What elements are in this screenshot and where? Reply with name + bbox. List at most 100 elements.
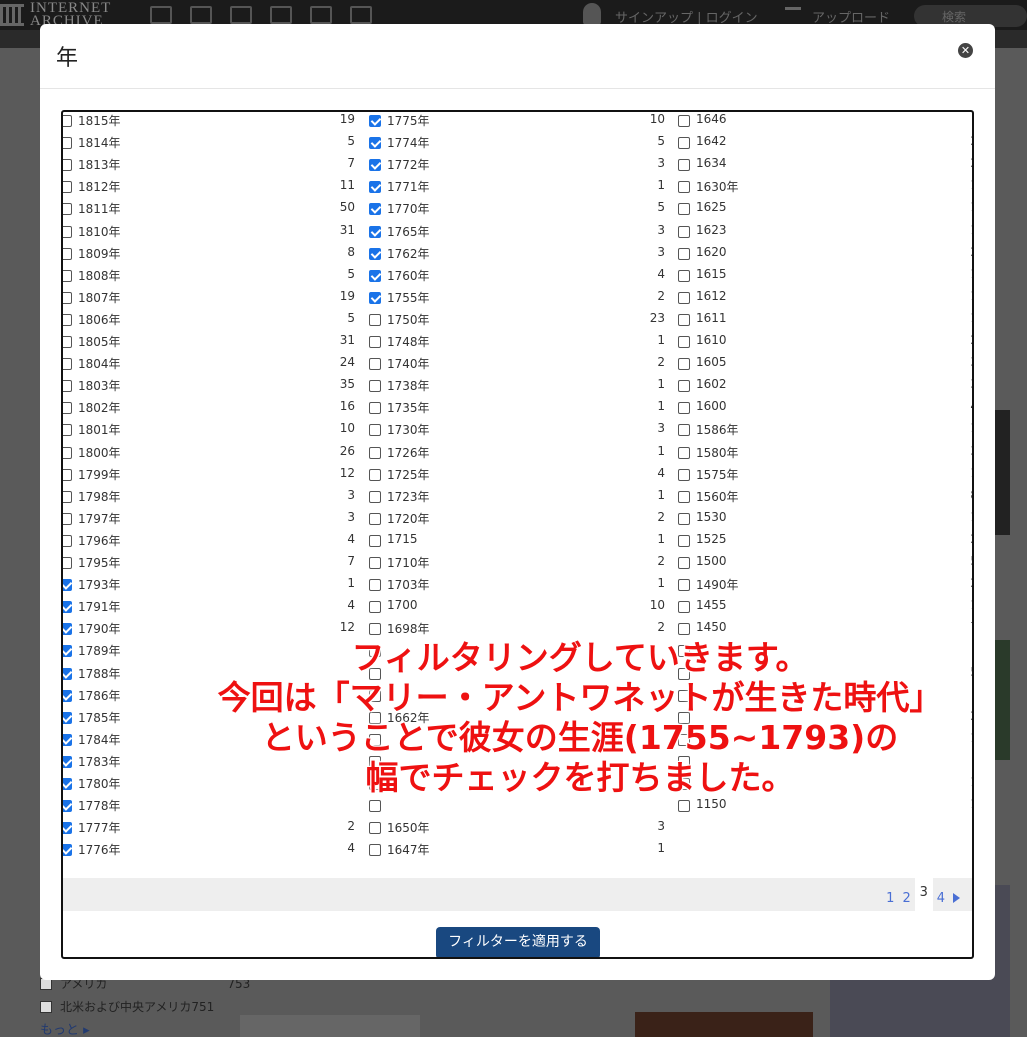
facet-checkbox[interactable] (63, 248, 72, 260)
upload-icon[interactable] (785, 7, 801, 23)
facet-item[interactable]: 1647年 1 (369, 839, 665, 861)
facet-checkbox[interactable] (678, 557, 690, 569)
facet-item[interactable]: 1804年 24 (63, 353, 355, 375)
facet-item[interactable]: 1735年 1 (369, 397, 665, 419)
close-icon[interactable]: ✕ (958, 43, 973, 58)
facet-checkbox[interactable] (678, 579, 690, 591)
facet-checkbox[interactable] (678, 491, 690, 503)
audio-icon[interactable] (270, 6, 292, 24)
facet-item[interactable]: 1698年 2 (369, 618, 665, 640)
facet-item[interactable]: 1610 2 (678, 331, 972, 353)
facet-checkbox[interactable] (63, 203, 72, 215)
facet-item[interactable]: 1630年 1 (678, 176, 972, 198)
facet-checkbox[interactable] (678, 336, 690, 348)
facet-checkbox[interactable] (63, 226, 72, 238)
facet-checkbox[interactable] (678, 292, 690, 304)
facet-item[interactable]: 1725年 4 (369, 464, 665, 486)
facet-item[interactable]: 1150 1 (678, 795, 972, 817)
facet-checkbox[interactable] (40, 1000, 52, 1013)
facet-checkbox[interactable] (63, 137, 72, 149)
facet-item[interactable]: 1793年 1 (63, 574, 355, 596)
facet-item[interactable]: 1642 2 (678, 132, 972, 154)
facet-checkbox[interactable] (63, 601, 72, 613)
facet-item[interactable]: 1625 1 (678, 198, 972, 220)
facet-item[interactable]: 1650年 3 (369, 817, 665, 839)
page-link[interactable]: 4 (933, 891, 949, 906)
facet-checkbox[interactable] (678, 535, 690, 547)
facet-item[interactable]: 1525 2 (678, 530, 972, 552)
facet-checkbox[interactable] (369, 822, 381, 834)
facet-item[interactable]: 1612 1 (678, 287, 972, 309)
facet-checkbox[interactable] (63, 424, 72, 436)
more-link[interactable]: もっと ▸ (40, 1019, 90, 1037)
facet-item[interactable]: 1580年 3 (678, 442, 972, 464)
facet-checkbox[interactable] (369, 535, 381, 547)
facet-item[interactable]: 1760年 4 (369, 265, 665, 287)
facet-checkbox[interactable] (678, 115, 690, 127)
facet-checkbox[interactable] (63, 292, 72, 304)
facet-checkbox[interactable] (63, 579, 72, 591)
facet-checkbox[interactable] (63, 513, 72, 525)
facet-item[interactable]: 1748年 1 (369, 331, 665, 353)
facet-item[interactable]: 1812年 11 (63, 176, 355, 198)
facet-checkbox[interactable] (369, 579, 381, 591)
facet-checkbox[interactable] (678, 270, 690, 282)
facet-checkbox[interactable] (678, 380, 690, 392)
facet-checkbox[interactable] (63, 358, 72, 370)
facet-checkbox[interactable] (63, 668, 72, 680)
facet-checkbox[interactable] (63, 535, 72, 547)
facet-checkbox[interactable] (63, 159, 72, 171)
web-icon[interactable] (150, 6, 172, 24)
facet-checkbox[interactable] (63, 115, 72, 127)
facet-checkbox[interactable] (369, 844, 381, 856)
images-icon[interactable] (350, 6, 372, 24)
facet-item[interactable]: 1530 1 (678, 508, 972, 530)
facet-item[interactable]: 1791年 4 (63, 596, 355, 618)
facet-item[interactable]: 1560年 8 (678, 486, 972, 508)
facet-item[interactable]: 1762年 3 (369, 243, 665, 265)
facet-item[interactable]: 1813年 7 (63, 154, 355, 176)
facet-item[interactable]: 1765年 3 (369, 221, 665, 243)
facet-checkbox[interactable] (369, 181, 381, 193)
facet-checkbox[interactable] (369, 159, 381, 171)
facet-checkbox[interactable] (369, 292, 381, 304)
facet-item[interactable]: 1790年 12 (63, 618, 355, 640)
facet-item[interactable]: 1634 2 (678, 154, 972, 176)
facet-item[interactable]: 1795年 7 (63, 552, 355, 574)
facet-checkbox[interactable] (678, 623, 690, 635)
facet-item[interactable]: 1500 5 (678, 552, 972, 574)
facet-item[interactable]: 1723年 1 (369, 486, 665, 508)
facet-checkbox[interactable] (678, 181, 690, 193)
facet-item[interactable]: 1771年 1 (369, 176, 665, 198)
facet-checkbox[interactable] (369, 800, 381, 812)
facet-item[interactable]: 1710年 2 (369, 552, 665, 574)
facet-item[interactable]: 1600 4 (678, 397, 972, 419)
facet-checkbox[interactable] (678, 469, 690, 481)
facet-item[interactable]: 1575年 1 (678, 464, 972, 486)
facet-checkbox[interactable] (369, 513, 381, 525)
facet-item[interactable]: 1807年 19 (63, 287, 355, 309)
facet-checkbox[interactable] (63, 844, 72, 856)
facet-checkbox[interactable] (63, 402, 72, 414)
facet-checkbox[interactable] (63, 336, 72, 348)
facet-checkbox[interactable] (63, 380, 72, 392)
page-link[interactable]: 3 (914, 878, 933, 911)
facet-item[interactable]: 1775年 10 (369, 112, 665, 132)
facet-checkbox[interactable] (63, 734, 72, 746)
facet-checkbox[interactable] (369, 203, 381, 215)
facet-item[interactable]: 1772年 3 (369, 154, 665, 176)
facet-checkbox[interactable] (63, 800, 72, 812)
facet-item[interactable]: 1801年 10 (63, 419, 355, 441)
page-link[interactable]: 2 (898, 891, 914, 906)
facet-checkbox[interactable] (63, 756, 72, 768)
facet-checkbox[interactable] (63, 181, 72, 193)
facet-checkbox[interactable] (678, 447, 690, 459)
facet-item[interactable]: 1611 1 (678, 309, 972, 331)
facet-checkbox[interactable] (678, 248, 690, 260)
facet-checkbox[interactable] (63, 314, 72, 326)
facet-item[interactable]: 1803年 35 (63, 375, 355, 397)
facet-checkbox[interactable] (369, 469, 381, 481)
facet-checkbox[interactable] (369, 447, 381, 459)
facet-checkbox[interactable] (63, 690, 72, 702)
facet-item[interactable]: 1799年 12 (63, 464, 355, 486)
